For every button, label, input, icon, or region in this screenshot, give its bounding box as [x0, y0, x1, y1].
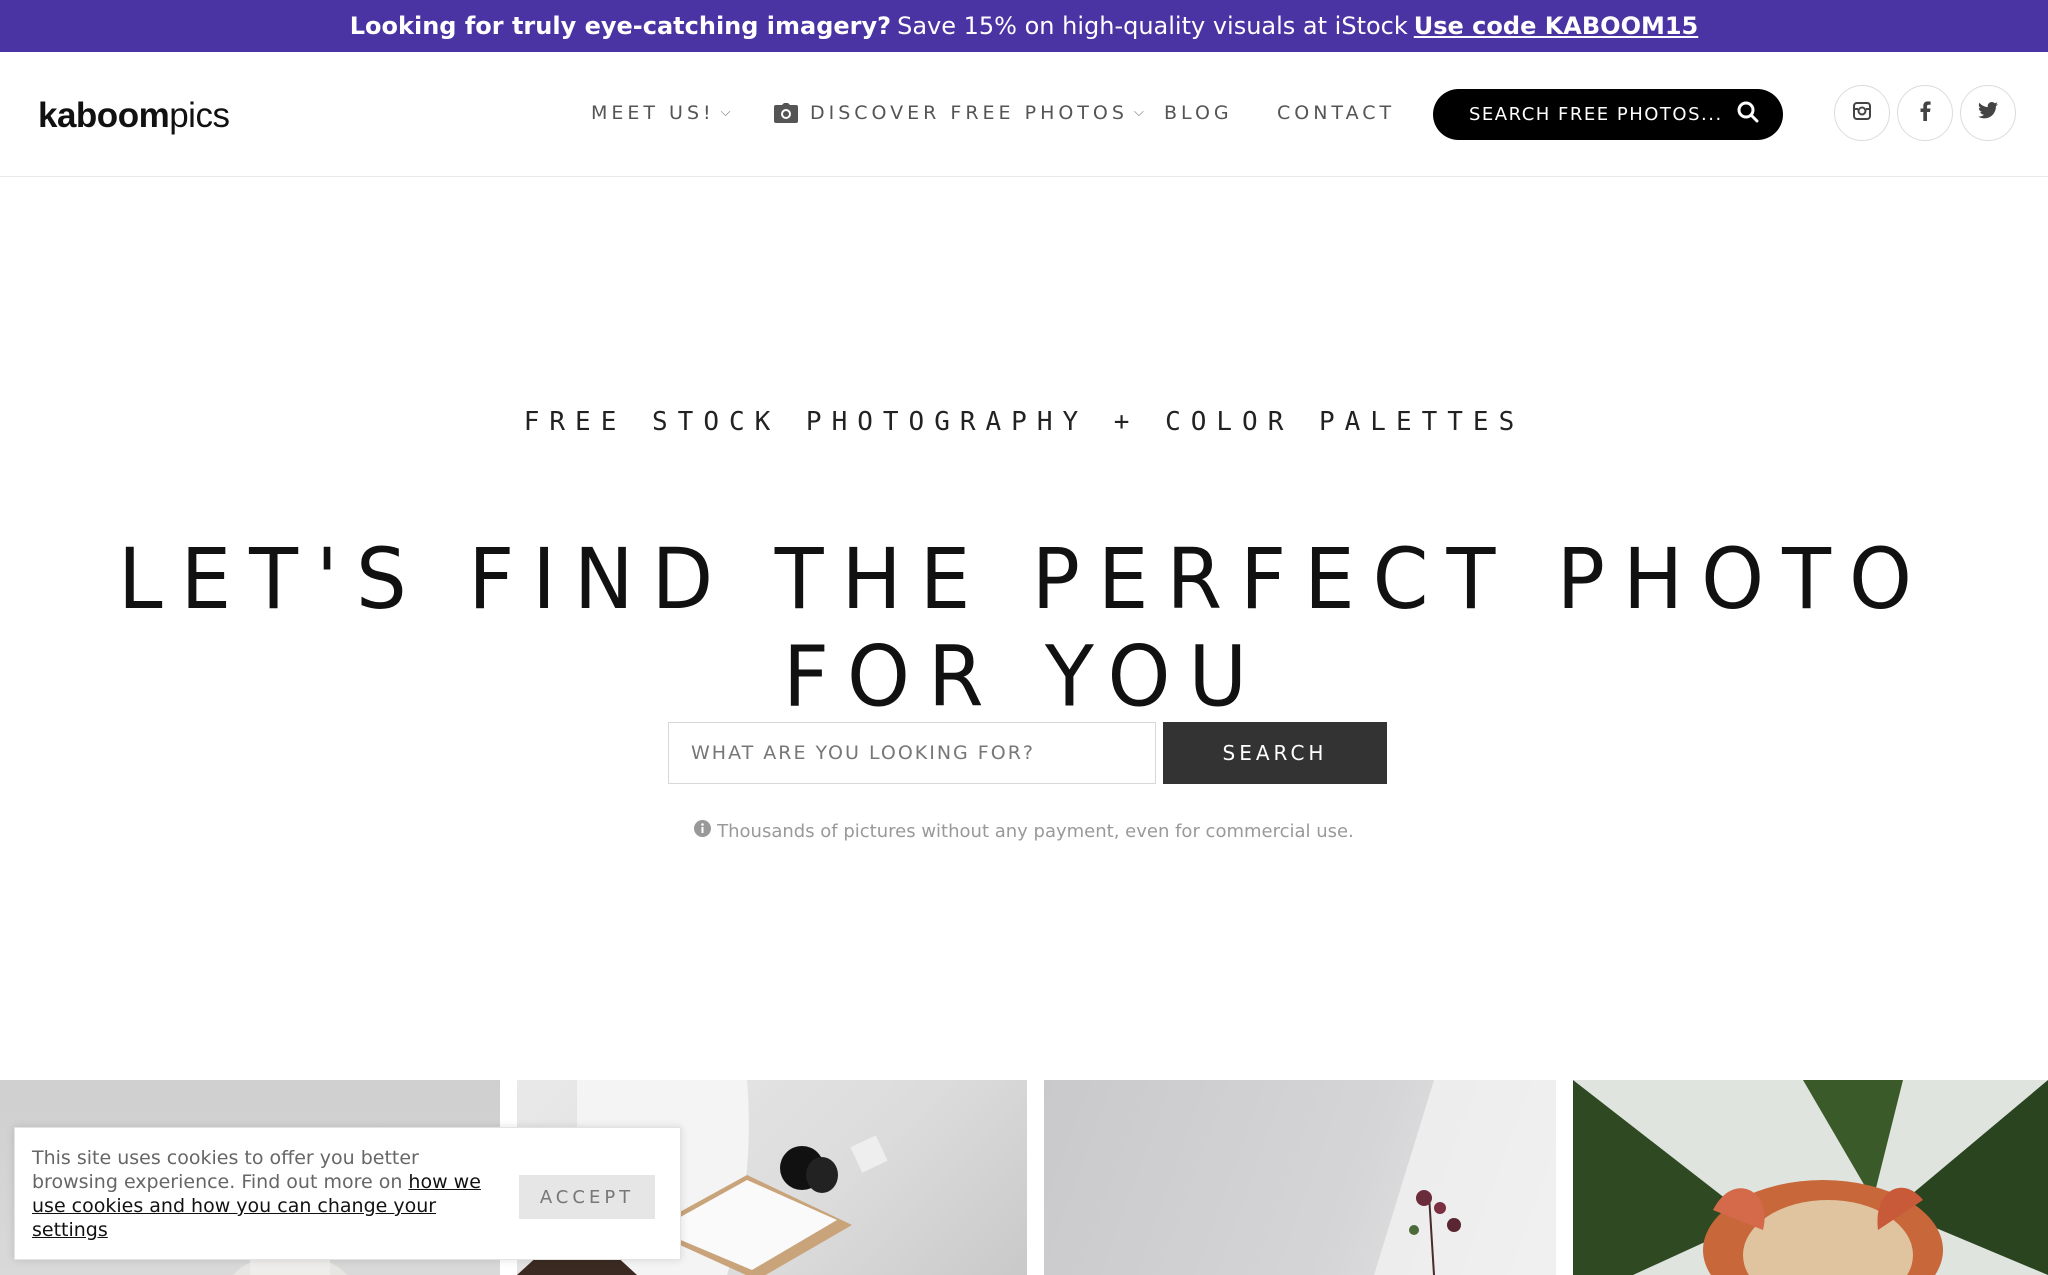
cookie-message: This site uses cookies to offer you bett… — [32, 1147, 419, 1193]
nav-discover-label: DISCOVER FREE PHOTOS — [810, 102, 1128, 124]
nav-contact[interactable]: CONTACT — [1277, 102, 1395, 124]
promo-code-link[interactable]: Use code KABOOM15 — [1414, 12, 1698, 40]
hero-note-text: Thousands of pictures without any paymen… — [717, 820, 1354, 842]
hero-tagline: FREE STOCK PHOTOGRAPHY + COLOR PALETTES — [523, 407, 1525, 437]
info-icon — [694, 820, 712, 842]
hero-headline: LET'S FIND THE PERFECT PHOTO FOR YOU — [118, 530, 1930, 726]
header-search-button[interactable]: SEARCH FREE PHOTOS... — [1433, 89, 1783, 140]
site-header: kaboompics MEET US! ⌵ DISCOVER FREE PHOT… — [0, 52, 2048, 177]
chevron-down-icon: ⌵ — [720, 104, 735, 120]
instagram-icon — [1853, 101, 1871, 125]
promo-text: Save 15% on high-quality visuals at iSto… — [897, 12, 1408, 40]
facebook-icon — [1919, 100, 1931, 126]
header-search-label: SEARCH FREE PHOTOS... — [1469, 104, 1723, 125]
logo[interactable]: kaboompics — [38, 96, 230, 136]
twitter-icon — [1978, 102, 1998, 124]
cookie-text: This site uses cookies to offer you bett… — [32, 1146, 502, 1242]
twitter-button[interactable] — [1960, 85, 2016, 141]
nav-meet-us-label: MEET US! — [591, 102, 715, 124]
cookie-banner: This site uses cookies to offer you bett… — [14, 1127, 681, 1260]
instagram-button[interactable] — [1834, 85, 1890, 141]
hero-search-button[interactable]: SEARCH — [1163, 722, 1387, 784]
logo-light: pics — [169, 96, 230, 135]
promo-bold-text: Looking for truly eye-catching imagery? — [349, 12, 892, 40]
accept-cookies-button[interactable]: ACCEPT — [519, 1175, 655, 1219]
photo-thumbnail[interactable] — [1573, 1080, 2048, 1275]
photo-thumbnail[interactable] — [1044, 1080, 1556, 1275]
nav-meet-us[interactable]: MEET US! ⌵ — [591, 102, 735, 124]
search-icon — [1737, 101, 1759, 128]
hero-note: Thousands of pictures without any paymen… — [0, 820, 2048, 842]
hero-search-input[interactable] — [668, 722, 1156, 784]
promo-banner: Looking for truly eye-catching imagery? … — [0, 0, 2048, 52]
logo-bold: kaboom — [38, 96, 170, 135]
camera-icon — [774, 103, 798, 123]
chevron-down-icon: ⌵ — [1133, 104, 1148, 120]
nav-blog-label: BLOG — [1164, 102, 1233, 124]
nav-blog[interactable]: BLOG — [1164, 102, 1233, 124]
nav-contact-label: CONTACT — [1277, 102, 1396, 124]
facebook-button[interactable] — [1897, 85, 1953, 141]
nav-discover-photos[interactable]: DISCOVER FREE PHOTOS ⌵ — [774, 102, 1148, 124]
